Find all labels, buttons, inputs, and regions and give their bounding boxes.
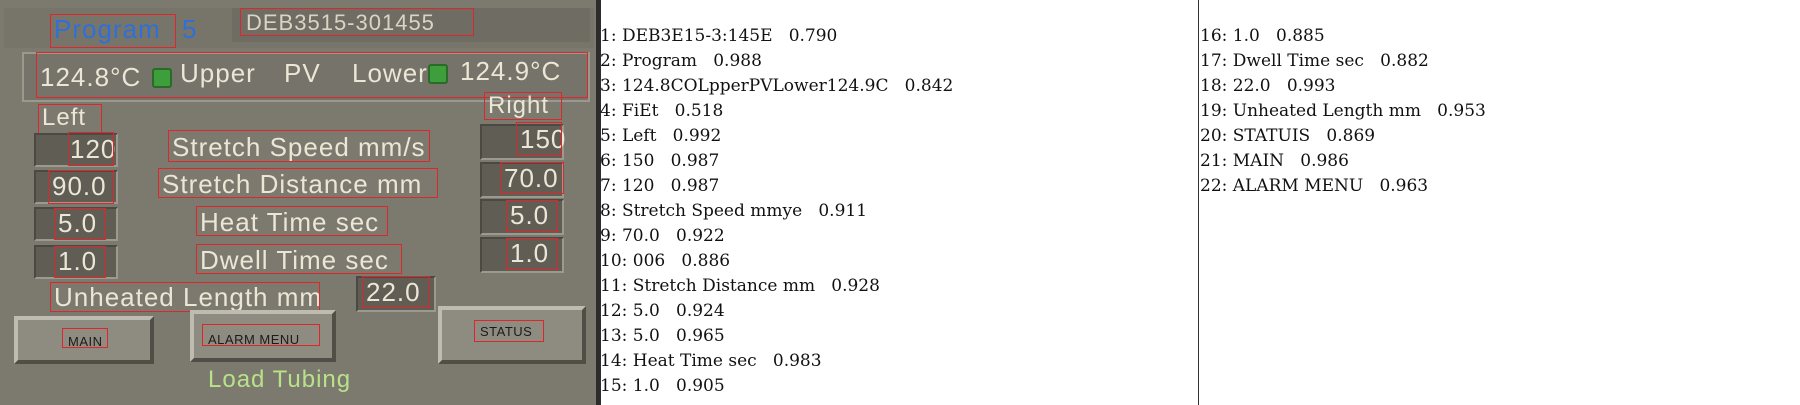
ocr-result-line: 9: 70.0 0.922 — [600, 226, 725, 246]
ocr-box — [50, 282, 320, 312]
ocr-result-line: 12: 5.0 0.924 — [600, 301, 725, 321]
ocr-box — [54, 246, 106, 278]
ocr-box — [168, 130, 430, 162]
ocr-box — [516, 122, 562, 156]
ocr-result-line: 7: 120 0.987 — [600, 176, 720, 196]
ocr-box — [484, 92, 562, 120]
program-number: 5 — [182, 14, 198, 44]
ocr-result-line: 10: 006 0.886 — [600, 251, 731, 271]
ocr-result-line: 17: Dwell Time sec 0.882 — [1200, 51, 1429, 71]
ocr-result-line: 13: 5.0 0.965 — [600, 326, 725, 346]
ocr-box — [196, 244, 402, 274]
ocr-result-line: 21: MAIN 0.986 — [1200, 151, 1349, 171]
ocr-result-line: 19: Unheated Length mm 0.953 — [1200, 101, 1486, 121]
ocr-results-column-2: 16: 1.0 0.885 17: Dwell Time sec 0.882 1… — [1200, 0, 1796, 405]
ocr-box — [500, 162, 564, 194]
ocr-box — [62, 328, 108, 348]
ocr-box — [506, 200, 558, 232]
ocr-result-line: 16: 1.0 0.885 — [1200, 26, 1325, 46]
ocr-box — [202, 324, 320, 346]
ocr-result-line: 15: 1.0 0.905 — [600, 376, 725, 396]
status-message: Load Tubing — [208, 366, 352, 393]
ocr-result-line: 2: Program 0.988 — [600, 51, 762, 71]
ocr-box — [50, 14, 176, 48]
ocr-result-line: 11: Stretch Distance mm 0.928 — [600, 276, 880, 296]
ocr-box — [158, 168, 438, 198]
ocr-box — [54, 208, 106, 240]
column-divider — [1198, 0, 1199, 405]
ocr-result-line: 1: DEB3E15-3:145E 0.790 — [600, 26, 838, 46]
ocr-box — [38, 104, 102, 134]
ocr-box — [240, 8, 474, 36]
ocr-result-line: 4: FiEt 0.518 — [600, 101, 724, 121]
ocr-box — [362, 276, 430, 308]
ocr-result-line: 8: Stretch Speed mmye 0.911 — [600, 201, 868, 221]
ocr-result-line: 6: 150 0.987 — [600, 151, 720, 171]
ocr-result-line: 18: 22.0 0.993 — [1200, 76, 1336, 96]
ocr-box — [48, 170, 114, 204]
ocr-box — [506, 238, 558, 270]
ocr-result-line: 20: STATUIS 0.869 — [1200, 126, 1376, 146]
ocr-result-line: 3: 124.8COLpperPVLower124.9C 0.842 — [600, 76, 954, 96]
ocr-box — [196, 206, 388, 236]
ocr-box — [474, 320, 544, 342]
ocr-result-line: 14: Heat Time sec 0.983 — [600, 351, 822, 371]
hmi-screen: Program 5 DEB3515-301455 124.8°C Upper P… — [0, 0, 596, 405]
ocr-result-line: 22: ALARM MENU 0.963 — [1200, 176, 1429, 196]
ocr-box — [68, 132, 114, 166]
ocr-result-line: 5: Left 0.992 — [600, 126, 722, 146]
ocr-results-column-1: 1: DEB3E15-3:145E 0.790 2: Program 0.988… — [600, 0, 1196, 405]
